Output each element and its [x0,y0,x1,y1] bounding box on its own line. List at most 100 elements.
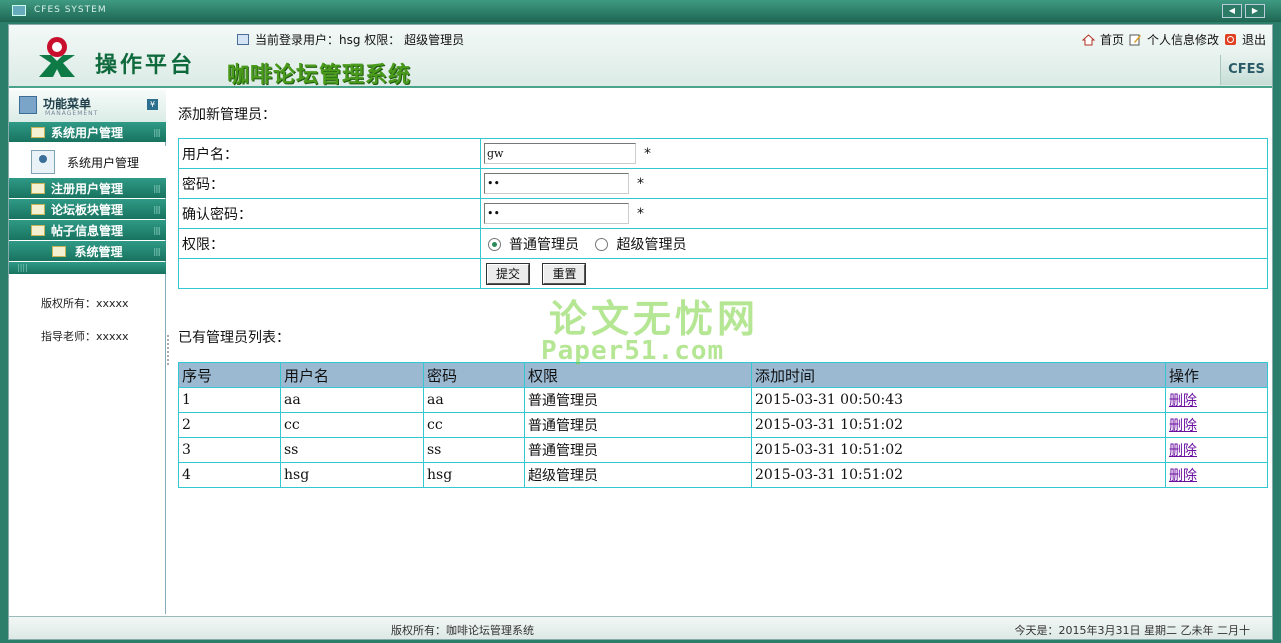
table-row: 2 cc cc 普通管理员 2015-03-31 10:51:02 删除 [178,412,1268,438]
sidebar: 功能菜单 MANAGEMENT ¥ 系统用户管理 |||| 系统用户管理 注册用… [9,90,166,614]
scroll-right-button[interactable]: ▶ [1245,4,1265,18]
role-super-label: 超级管理员 [616,236,687,253]
cell-username: aa [280,387,424,413]
reset-button[interactable]: 重置 [543,263,586,284]
col-header: 序号 [178,362,281,388]
username-input[interactable]: gw [484,143,636,164]
user-info: 当前登录用户：hsg 权限： 超级管理员 [237,29,464,49]
sidebar-subtitle: MANAGEMENT [45,110,99,117]
form-title: 添加新管理员： [178,107,276,123]
required-mark: * [637,175,644,192]
cell-index: 4 [178,462,281,488]
sidebar-item-system-users[interactable]: 系统用户管理 |||| [9,122,166,142]
bank-logo-icon [39,37,75,77]
sidebar-item-posts[interactable]: 帖子信息管理 |||| [9,220,166,240]
add-admin-form: 用户名： gw * 密码： •• * 确认密码： •• * 权限： 普通管理员 超级管… [178,138,1268,289]
table-header-row: 序号 用户名 密码 权限 添加时间 操作 [178,362,1268,388]
password-label: 密码： [178,168,481,199]
folder-icon [31,182,45,194]
folder-icon [52,245,67,257]
footer-date: 今天是：2015年3月31日 星期二 乙未年 二月十 [1014,624,1250,637]
admin-list-table: 序号 用户名 密码 权限 添加时间 操作 1 aa aa 普通管理员 2015-… [178,362,1268,488]
user-icon [31,150,55,174]
sidebar-item-label: 注册用户管理 [51,181,124,196]
watermark-text: 论文无忧网 [549,296,760,341]
sidebar-footer: |||| [9,262,166,274]
system-title: 咖啡论坛管理系统 [227,62,412,88]
folder-icon [31,224,45,236]
cell-password: ss [423,437,525,463]
collapse-icon[interactable]: ¥ [147,99,158,110]
login-user-text: 当前登录用户：hsg 权限： 超级管理员 [255,32,465,47]
footer-copyright: 版权所有：咖啡论坛管理系统 [391,624,534,637]
logout-icon [1224,33,1236,45]
sidebar-item-forum-boards[interactable]: 论坛板块管理 |||| [9,199,166,219]
table-row: 3 ss ss 普通管理员 2015-03-31 10:51:02 删除 [178,437,1268,463]
list-title: 已有管理员列表： [178,330,290,346]
table-row: 4 hsg hsg 超级管理员 2015-03-31 10:51:02 删除 [178,462,1268,488]
cell-password: hsg [423,462,525,488]
app-window: CFES SYSTEM ◀ ▶ 操作平台 咖啡论坛管理系统 当前登录用户：hsg… [0,0,1281,643]
col-header: 权限 [524,362,752,388]
cell-role: 普通管理员 [524,387,752,413]
cell-time: 2015-03-31 10:51:02 [751,437,1166,463]
confirm-password-label: 确认密码： [178,198,481,229]
header: 操作平台 咖啡论坛管理系统 当前登录用户：hsg 权限： 超级管理员 首页 个人… [9,25,1272,88]
folder-icon [31,126,45,138]
empty-cell [178,258,481,289]
profile-link[interactable]: 个人信息修改 [1147,31,1219,48]
role-normal-radio[interactable] [488,238,501,251]
sidebar-item-label: 帖子信息管理 [51,223,124,238]
role-normal-label: 普通管理员 [509,236,579,253]
sidebar-item-system[interactable]: 系统管理 |||| [9,241,166,261]
folder-icon [31,203,45,215]
col-header: 添加时间 [751,362,1166,388]
main-frame: 操作平台 咖啡论坛管理系统 当前登录用户：hsg 权限： 超级管理员 首页 个人… [8,24,1273,640]
role-super-radio[interactable] [595,238,609,251]
home-link[interactable]: 首页 [1100,31,1124,48]
footer: 版权所有：咖啡论坛管理系统 今天是：2015年3月31日 星期二 乙未年 二月十 [9,616,1272,639]
table-row: 1 aa aa 普通管理员 2015-03-31 00:50:43 删除 [178,387,1268,413]
col-header: 用户名 [280,362,424,388]
cell-password: cc [423,412,525,438]
col-header: 密码 [423,362,525,388]
sidebar-header: 功能菜单 MANAGEMENT ¥ [9,90,166,122]
cell-username: ss [280,437,424,463]
sidebar-item-registered-users[interactable]: 注册用户管理 |||| [9,178,166,198]
role-label: 权限： [178,228,481,259]
cell-time: 2015-03-31 10:51:02 [751,462,1166,488]
cell-role: 普通管理员 [524,412,752,438]
sidebar-item-label: 系统用户管理 [51,125,124,140]
menu-icon [19,96,37,114]
cell-role: 超级管理员 [524,462,752,488]
logout-link[interactable]: 退出 [1242,31,1266,48]
cell-time: 2015-03-31 00:50:43 [751,387,1166,413]
cell-password: aa [423,387,525,413]
scroll-left-button[interactable]: ◀ [1222,4,1242,18]
confirm-password-input[interactable]: •• [484,203,629,224]
cell-username: cc [280,412,424,438]
delete-link[interactable]: 删除 [1169,418,1197,434]
top-links: 首页 个人信息修改 退出 [1081,29,1266,49]
cell-index: 1 [178,387,281,413]
teacher-text: 指导老师：xxxxx [41,330,129,343]
window-title: CFES SYSTEM [34,5,107,15]
cell-index: 3 [178,437,281,463]
title-bar: CFES SYSTEM ◀ ▶ [0,0,1281,22]
platform-brand: 操作平台 [95,52,196,78]
submit-button[interactable]: 提交 [487,263,530,284]
window-icon [237,33,249,45]
required-mark: * [637,205,644,222]
delete-link[interactable]: 删除 [1169,443,1197,459]
required-mark: * [644,145,651,162]
delete-link[interactable]: 删除 [1169,468,1197,484]
sidebar-subitem-system-users[interactable]: 系统用户管理 [9,146,166,178]
home-icon [1081,33,1095,45]
password-input[interactable]: •• [484,173,629,194]
cell-role: 普通管理员 [524,437,752,463]
main-content: 添加新管理员： 用户名： gw * 密码： •• * 确认密码： •• * 权限： [169,90,1272,614]
logo: 操作平台 [23,33,223,83]
cell-time: 2015-03-31 10:51:02 [751,412,1166,438]
delete-link[interactable]: 删除 [1169,393,1197,409]
cfes-badge: CFES [1220,55,1272,85]
